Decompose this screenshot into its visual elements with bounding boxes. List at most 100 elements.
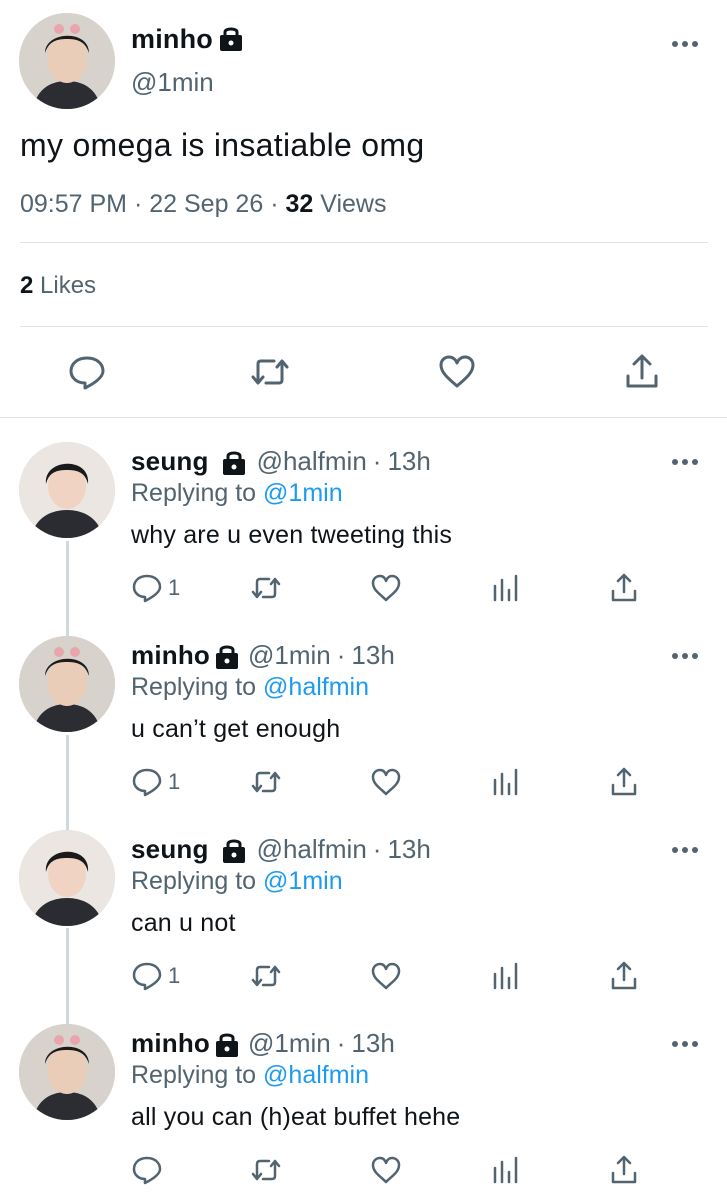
like-icon[interactable] <box>370 1154 402 1186</box>
analytics-icon[interactable] <box>490 766 522 798</box>
reply-icon[interactable] <box>131 1154 163 1186</box>
reply-time[interactable]: 13h <box>351 640 394 671</box>
reply-header: minho @1min · 13h <box>131 640 395 671</box>
author-avatar[interactable] <box>19 13 115 109</box>
more-options-icon[interactable] <box>671 39 699 49</box>
avatar-image-minho <box>19 636 115 732</box>
reply-header: seung @halfmin · 13h <box>131 446 431 477</box>
lock-icon <box>218 24 244 52</box>
share-icon[interactable] <box>622 352 662 392</box>
share-icon[interactable] <box>608 960 640 992</box>
retweet-icon[interactable] <box>250 960 282 992</box>
reply-header: minho @1min · 13h <box>131 1028 395 1059</box>
reply-icon[interactable] <box>131 766 163 798</box>
reply-avatar[interactable] <box>19 830 115 926</box>
likes-label: Likes <box>40 272 97 299</box>
reply-author-name[interactable]: seung <box>131 834 209 865</box>
share-icon[interactable] <box>608 1154 640 1186</box>
replying-label: Replying to <box>131 867 257 895</box>
tweet-text: my omega is insatiable omg <box>20 127 425 163</box>
reply-avatar[interactable] <box>19 1024 115 1120</box>
replying-to: Replying to @1min <box>131 867 343 896</box>
reply-icon[interactable] <box>131 572 163 604</box>
reply-tweet[interactable]: seung @halfmin · 13h Replying to @1min c… <box>0 806 727 1000</box>
reply-count: 1 <box>168 963 181 988</box>
avatar-image-seung <box>19 830 115 926</box>
reply-time[interactable]: 13h <box>387 834 430 865</box>
analytics-icon[interactable] <box>490 1154 522 1186</box>
separator: · <box>336 1028 346 1058</box>
separator: · <box>133 190 143 218</box>
reply-time[interactable]: 13h <box>351 1028 394 1059</box>
like-icon[interactable] <box>370 766 402 798</box>
separator: · <box>336 640 346 670</box>
likes-link[interactable]: 2 Likes <box>20 272 96 300</box>
more-options-icon[interactable] <box>671 845 699 855</box>
replying-to: Replying to @halfmin <box>131 673 369 702</box>
reply-avatar[interactable] <box>19 442 115 538</box>
author-name[interactable]: minho <box>131 24 213 55</box>
reply-author-name[interactable]: seung <box>131 446 209 477</box>
analytics-icon[interactable] <box>490 960 522 992</box>
tweet-meta: 09:57 PM · 22 Sep 26 · 32 Views <box>20 190 387 219</box>
reply-author-handle[interactable]: @1min <box>248 1028 331 1059</box>
views-label: Views <box>320 190 387 218</box>
mention-link[interactable]: @1min <box>263 479 343 507</box>
lock-icon <box>221 836 247 864</box>
reply-time[interactable]: 13h <box>387 446 430 477</box>
share-icon[interactable] <box>608 572 640 604</box>
lock-icon <box>214 1030 240 1058</box>
reply-author-name[interactable]: minho <box>131 640 210 671</box>
mention-link[interactable]: @1min <box>263 867 343 895</box>
reply-author-handle[interactable]: @halfmin <box>257 446 367 477</box>
views-count: 32 <box>285 190 314 218</box>
like-icon[interactable] <box>437 352 477 392</box>
replying-to: Replying to @halfmin <box>131 1061 369 1090</box>
lock-icon <box>214 642 240 670</box>
analytics-icon[interactable] <box>490 572 522 604</box>
more-options-icon[interactable] <box>671 651 699 661</box>
divider <box>20 242 708 243</box>
more-options-icon[interactable] <box>671 1039 699 1049</box>
reply-count: 1 <box>168 769 181 794</box>
divider <box>20 326 708 327</box>
replying-label: Replying to <box>131 1061 257 1089</box>
reply-text: all you can (h)eat buffet hehe <box>131 1103 461 1131</box>
tweet-date[interactable]: 22 Sep 26 <box>149 190 263 218</box>
reply-text: u can’t get enough <box>131 715 341 743</box>
likes-count: 2 <box>20 272 34 299</box>
like-icon[interactable] <box>370 960 402 992</box>
separator: · <box>372 446 382 476</box>
like-icon[interactable] <box>370 572 402 604</box>
replying-label: Replying to <box>131 479 257 507</box>
reply-count: 1 <box>168 575 181 600</box>
reply-tweet[interactable]: seung @halfmin · 13h Replying to @1min w… <box>0 418 727 612</box>
retweet-icon[interactable] <box>250 1154 282 1186</box>
separator: · <box>270 190 279 218</box>
more-options-icon[interactable] <box>671 457 699 467</box>
reply-author-name[interactable]: minho <box>131 1028 210 1059</box>
reply-text: can u not <box>131 909 236 937</box>
tweet-time[interactable]: 09:57 PM <box>20 190 127 218</box>
main-tweet: minho @1min my omega is insatiable omg 0… <box>0 0 727 418</box>
reply-avatar[interactable] <box>19 636 115 732</box>
share-icon[interactable] <box>608 766 640 798</box>
avatar-image-seung <box>19 442 115 538</box>
reply-text: why are u even tweeting this <box>131 521 453 549</box>
reply-icon[interactable] <box>67 352 107 392</box>
mention-link[interactable]: @halfmin <box>263 673 369 701</box>
mention-link[interactable]: @halfmin <box>263 1061 369 1089</box>
lock-icon <box>221 448 247 476</box>
retweet-icon[interactable] <box>250 352 290 392</box>
retweet-icon[interactable] <box>250 572 282 604</box>
author-handle[interactable]: @1min <box>131 67 214 98</box>
reply-icon[interactable] <box>131 960 163 992</box>
reply-author-handle[interactable]: @halfmin <box>257 834 367 865</box>
reply-tweet[interactable]: minho @1min · 13h Replying to @halfmin u… <box>0 612 727 806</box>
avatar-image-minho <box>19 13 115 109</box>
separator: · <box>372 834 382 864</box>
reply-author-handle[interactable]: @1min <box>248 640 331 671</box>
retweet-icon[interactable] <box>250 766 282 798</box>
reply-tweet[interactable]: minho @1min · 13h Replying to @halfmin a… <box>0 1000 727 1194</box>
replying-to: Replying to @1min <box>131 479 343 508</box>
